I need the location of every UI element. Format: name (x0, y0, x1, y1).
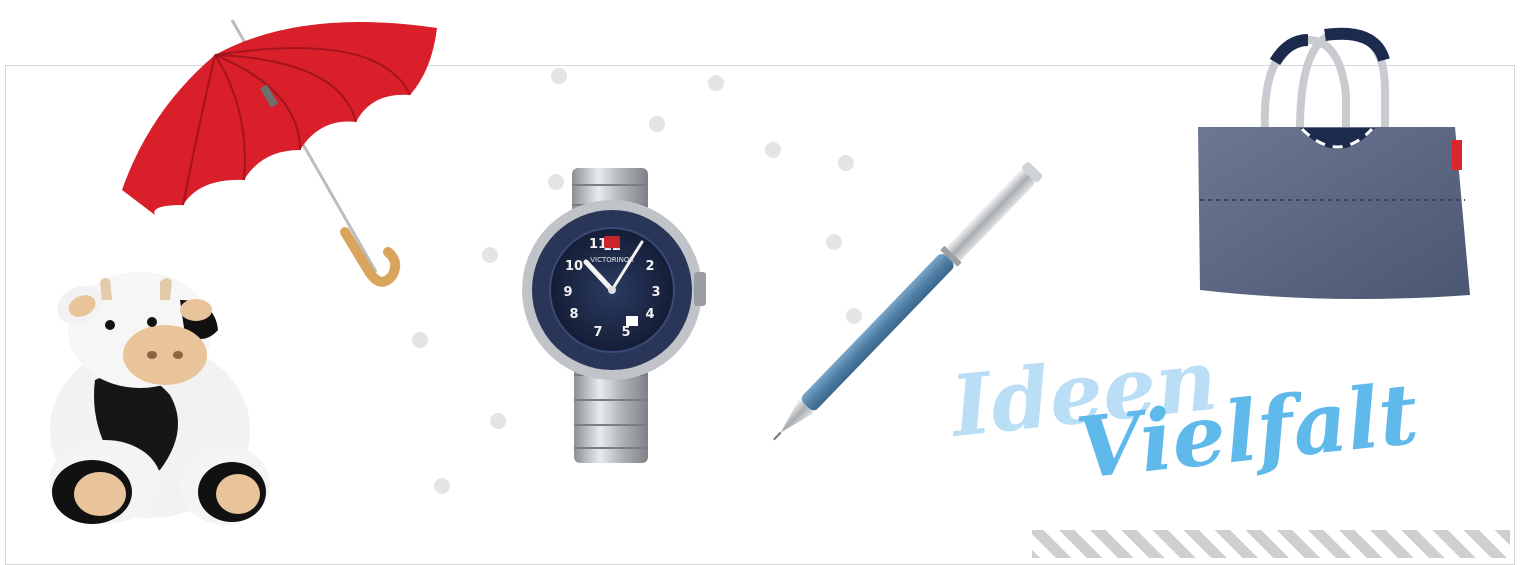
tote-bag-icon (1198, 27, 1470, 299)
product-illustrations: VICTORINOX 12 2 3 4 5 7 8 9 10 11 (49, 19, 1510, 558)
svg-text:4: 4 (645, 307, 654, 322)
svg-text:2: 2 (645, 259, 654, 274)
svg-text:3: 3 (651, 285, 660, 300)
svg-text:5: 5 (621, 325, 630, 340)
pen-icon (773, 162, 1043, 441)
svg-text:8: 8 (569, 307, 578, 322)
umbrella-icon (122, 19, 437, 287)
svg-text:10: 10 (565, 259, 583, 274)
plush-cow-icon (49, 272, 270, 525)
svg-text:7: 7 (593, 325, 602, 340)
svg-text:9: 9 (563, 285, 572, 300)
wristwatch-icon: VICTORINOX 12 2 3 4 5 7 8 9 10 11 (522, 168, 706, 463)
hatched-stripe-decoration (1032, 530, 1510, 558)
